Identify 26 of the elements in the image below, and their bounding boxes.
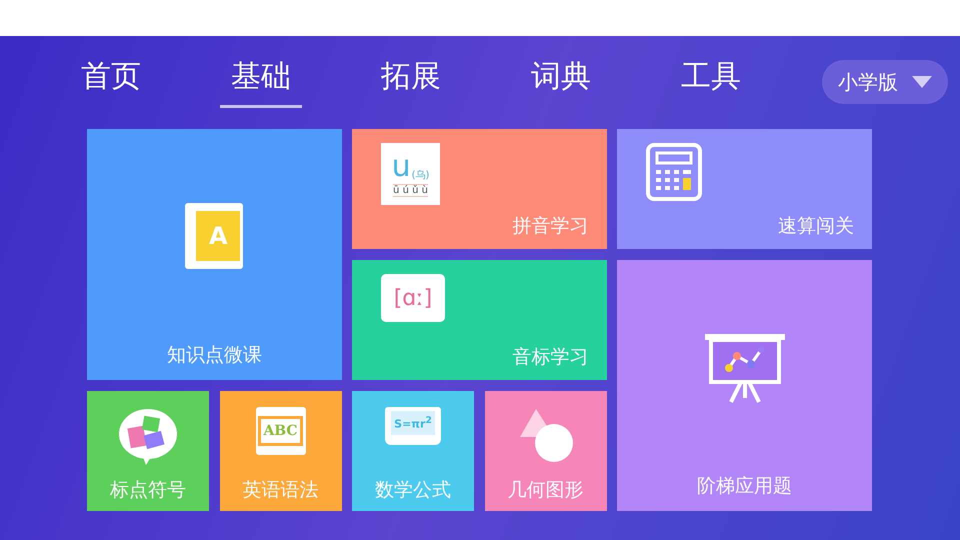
- category-tile[interactable]: A 知识点微课: [87, 129, 342, 380]
- icon-letter: A: [196, 210, 240, 260]
- category-tile[interactable]: [ɑː] 音标学习: [352, 260, 606, 380]
- shapes-icon: [518, 407, 574, 463]
- icon-letter: u: [392, 152, 411, 182]
- icon-text: [ɑː]: [394, 286, 432, 310]
- speech-bubble-icon: [117, 407, 179, 467]
- category-tile[interactable]: u(乌) ū ú ǔ ù 拼音学习: [352, 129, 606, 249]
- nav-tab[interactable]: 基础: [220, 56, 302, 108]
- category-tile[interactable]: 阶梯应用题: [617, 260, 872, 511]
- icon-text: (乌): [412, 168, 430, 182]
- caret-icon: [912, 76, 932, 88]
- calculator-icon: [646, 143, 702, 201]
- nav-tab[interactable]: 首页: [70, 56, 152, 108]
- category-tile[interactable]: 几何图形: [484, 391, 606, 511]
- category-tile[interactable]: 速算闯关: [617, 129, 872, 249]
- nav-tab[interactable]: 词典: [520, 56, 602, 108]
- icon-text: ABC: [258, 416, 303, 446]
- icon-text: ū ú ǔ ù: [393, 184, 428, 196]
- category-tile[interactable]: 标点符号: [87, 391, 209, 511]
- nav-tab[interactable]: 工具: [670, 56, 752, 108]
- category-tile[interactable]: ABC 英语语法: [220, 391, 342, 511]
- category-tile[interactable]: S=πr$^{2}$ 数学公式: [352, 391, 474, 511]
- nav-tab[interactable]: 拓展: [370, 56, 452, 108]
- icon-text: S=πr$^{2}$: [391, 411, 435, 435]
- grade-dropdown[interactable]: 小学版: [822, 60, 948, 104]
